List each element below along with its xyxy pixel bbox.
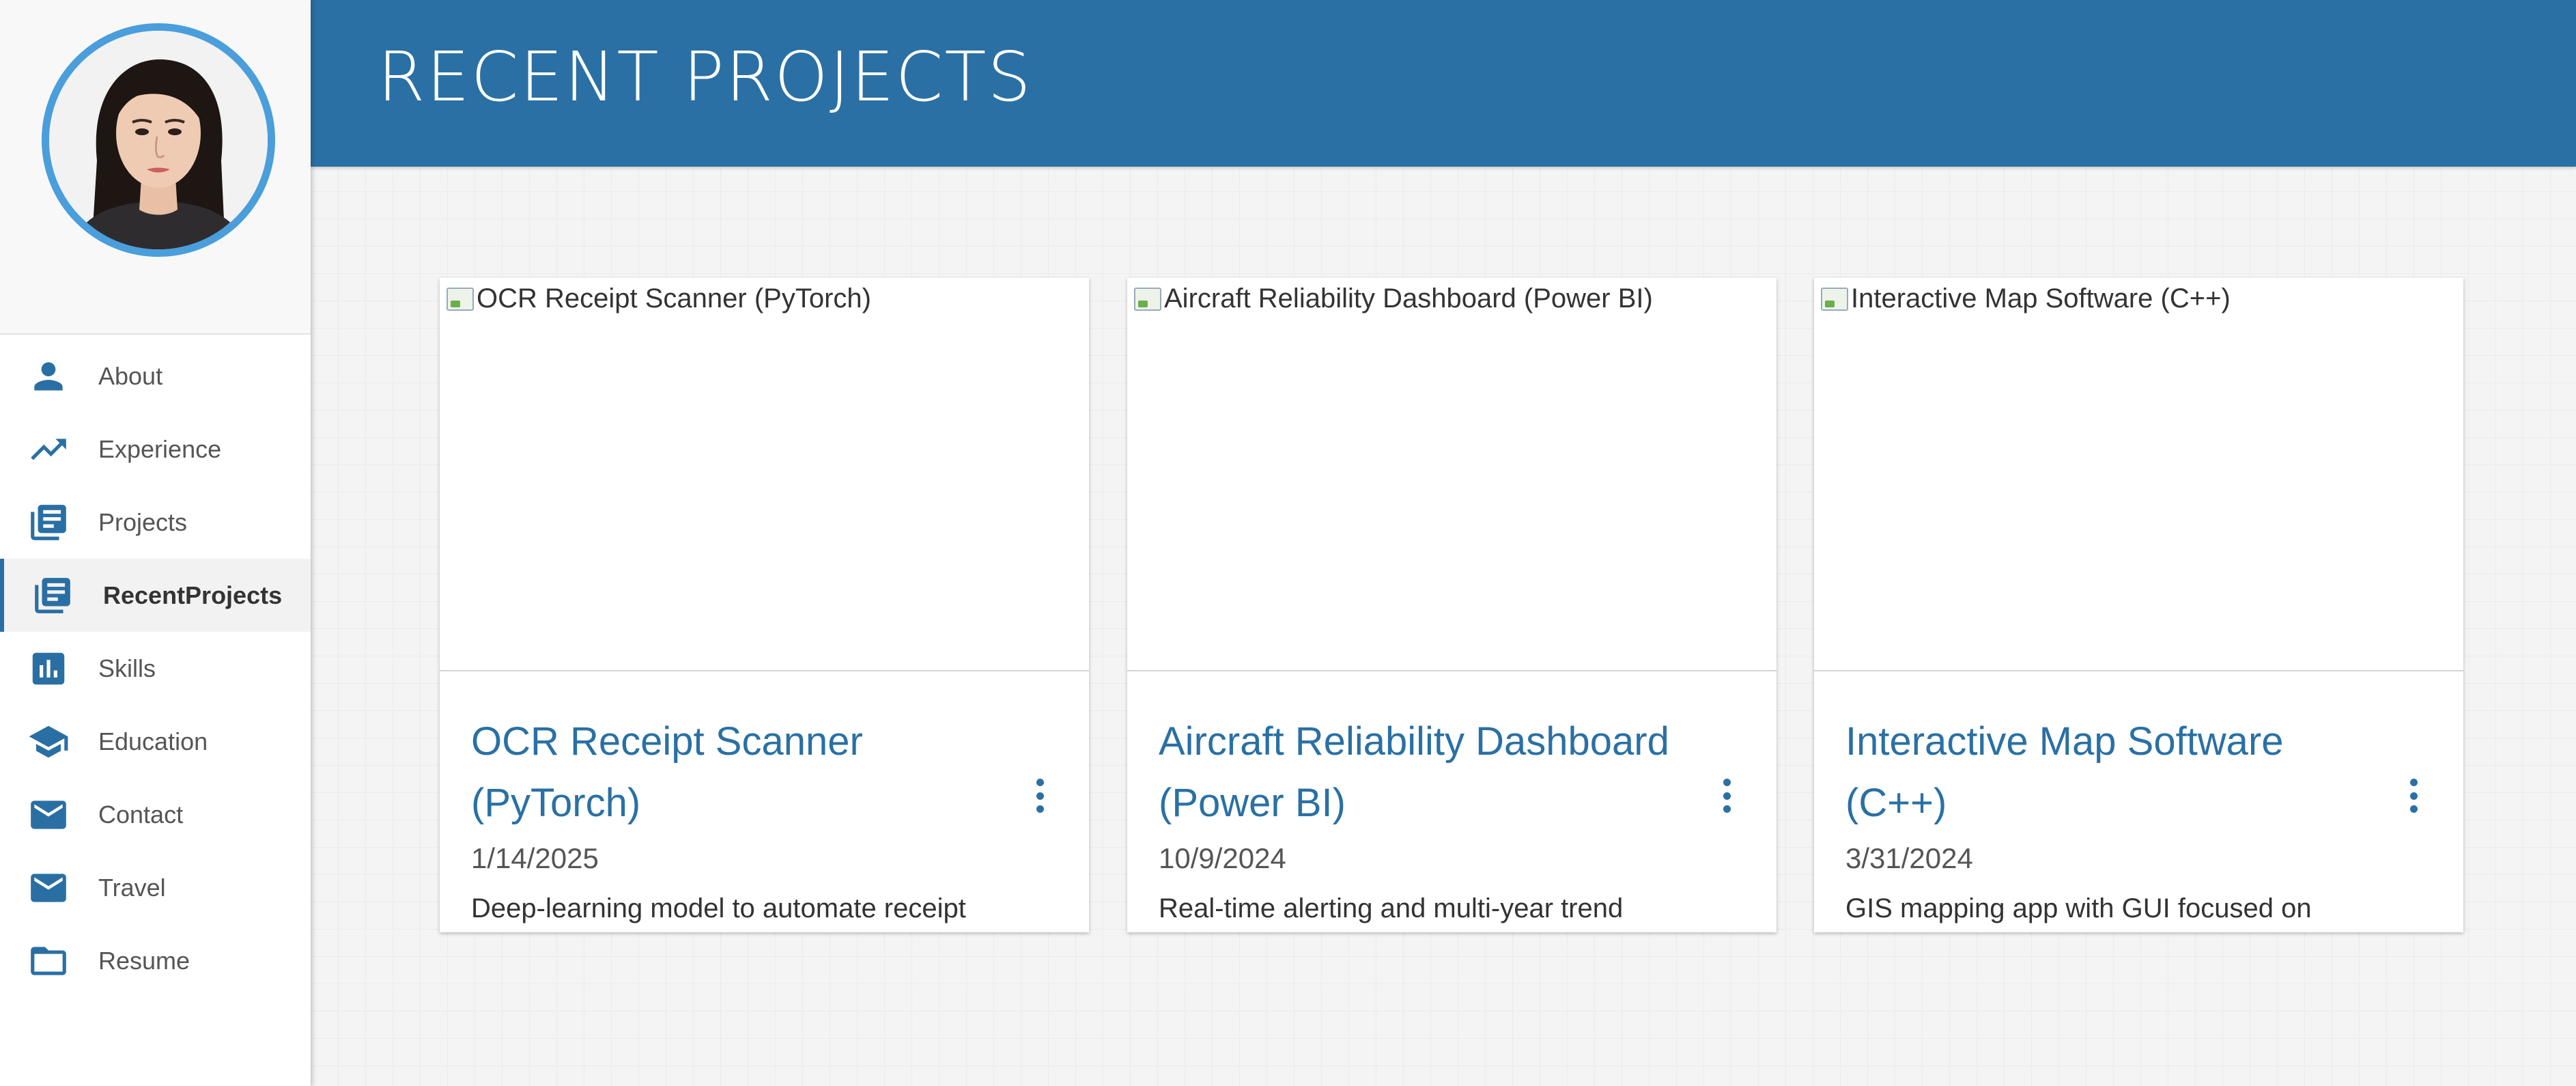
sidebar-item-label: Resume xyxy=(98,946,190,975)
project-date: 3/31/2024 xyxy=(1845,842,1973,874)
sidebar-item-recentprojects[interactable]: RecentProjects xyxy=(0,559,311,632)
broken-image-icon xyxy=(447,287,474,311)
broken-image: OCR Receipt Scanner (PyTorch) xyxy=(447,283,871,314)
image-alt-text: Aircraft Reliability Dashboard (Power BI… xyxy=(1164,283,1653,314)
project-title[interactable]: OCR Receipt Scanner (PyTorch) xyxy=(471,711,1017,834)
project-image: OCR Receipt Scanner (PyTorch) xyxy=(440,278,1089,671)
sidebar-item-label: RecentProjects xyxy=(103,581,283,609)
project-card[interactable]: OCR Receipt Scanner (PyTorch) OCR Receip… xyxy=(440,278,1089,932)
avatar-portrait-image xyxy=(49,31,268,249)
more-vert-icon[interactable] xyxy=(1720,779,1733,813)
sidebar-item-contact[interactable]: Contact xyxy=(0,778,311,851)
main-content: RECENT PROJECTS OCR Receipt Scanner (PyT… xyxy=(311,0,2576,1086)
sidebar-item-label: Travel xyxy=(98,873,166,902)
broken-image-icon xyxy=(1134,287,1161,311)
sidebar: About Experience Projects RecentProjects… xyxy=(0,0,311,1086)
sidebar-item-label: About xyxy=(98,361,163,390)
sidebar-item-resume[interactable]: Resume xyxy=(0,924,311,997)
project-card[interactable]: Interactive Map Software (C++) Interacti… xyxy=(1814,278,2463,932)
sidebar-item-experience[interactable]: Experience xyxy=(0,413,311,486)
broken-image: Interactive Map Software (C++) xyxy=(1821,283,2231,314)
project-description: Deep-learning model to automate receipt … xyxy=(471,893,966,923)
card-content: Interactive Map Software (C++) 3/31/2024… xyxy=(1845,670,2436,932)
image-alt-text: Interactive Map Software (C++) xyxy=(1851,283,2231,314)
sidebar-item-label: Experience xyxy=(98,434,222,463)
broken-image-icon xyxy=(1821,287,1848,311)
sidebar-item-about[interactable]: About xyxy=(0,339,311,413)
school-icon xyxy=(26,719,71,764)
sidebar-nav: About Experience Projects RecentProjects… xyxy=(0,339,311,997)
project-title[interactable]: Aircraft Reliability Dashboard (Power BI… xyxy=(1159,711,1705,834)
card-content: OCR Receipt Scanner (PyTorch) 1/14/2025 … xyxy=(471,670,1062,932)
project-date: 1/14/2025 xyxy=(471,842,599,874)
profile-area xyxy=(0,0,311,335)
project-image: Aircraft Reliability Dashboard (Power BI… xyxy=(1127,278,1777,671)
sidebar-item-education[interactable]: Education xyxy=(0,705,311,778)
image-alt-text: OCR Receipt Scanner (PyTorch) xyxy=(477,283,871,314)
sidebar-item-travel[interactable]: Travel xyxy=(0,851,311,924)
person-icon xyxy=(26,354,71,399)
project-date: 10/9/2024 xyxy=(1159,842,1286,874)
mail-icon xyxy=(26,792,71,837)
more-vert-icon[interactable] xyxy=(2407,779,2420,813)
mail-icon xyxy=(26,865,71,910)
project-card[interactable]: Aircraft Reliability Dashboard (Power BI… xyxy=(1127,278,1777,932)
sidebar-item-label: Projects xyxy=(98,507,188,536)
sidebar-item-label: Education xyxy=(98,727,208,755)
sidebar-item-label: Contact xyxy=(98,800,184,829)
sidebar-item-projects[interactable]: Projects xyxy=(0,486,311,559)
bar-chart-icon xyxy=(26,646,71,691)
card-content: Aircraft Reliability Dashboard (Power BI… xyxy=(1159,670,1749,931)
page-title: RECENT PROJECTS xyxy=(378,37,1032,117)
library-books-icon xyxy=(30,573,75,618)
project-image: Interactive Map Software (C++) xyxy=(1814,278,2463,671)
sidebar-item-label: Skills xyxy=(98,654,156,682)
broken-image: Aircraft Reliability Dashboard (Power BI… xyxy=(1134,283,1653,314)
project-description: Real-time alerting and multi-year trend xyxy=(1159,893,1624,923)
avatar[interactable] xyxy=(42,23,275,257)
project-description: GIS mapping app with GUI focused on usab… xyxy=(1845,893,2312,923)
folder-icon xyxy=(26,938,71,984)
page-header: RECENT PROJECTS xyxy=(311,0,2576,167)
sidebar-item-skills[interactable]: Skills xyxy=(0,632,311,705)
more-vert-icon[interactable] xyxy=(1033,779,1047,813)
project-title[interactable]: Interactive Map Software (C++) xyxy=(1845,711,2392,834)
trending-up-icon xyxy=(26,427,71,472)
library-books-icon xyxy=(26,500,71,545)
